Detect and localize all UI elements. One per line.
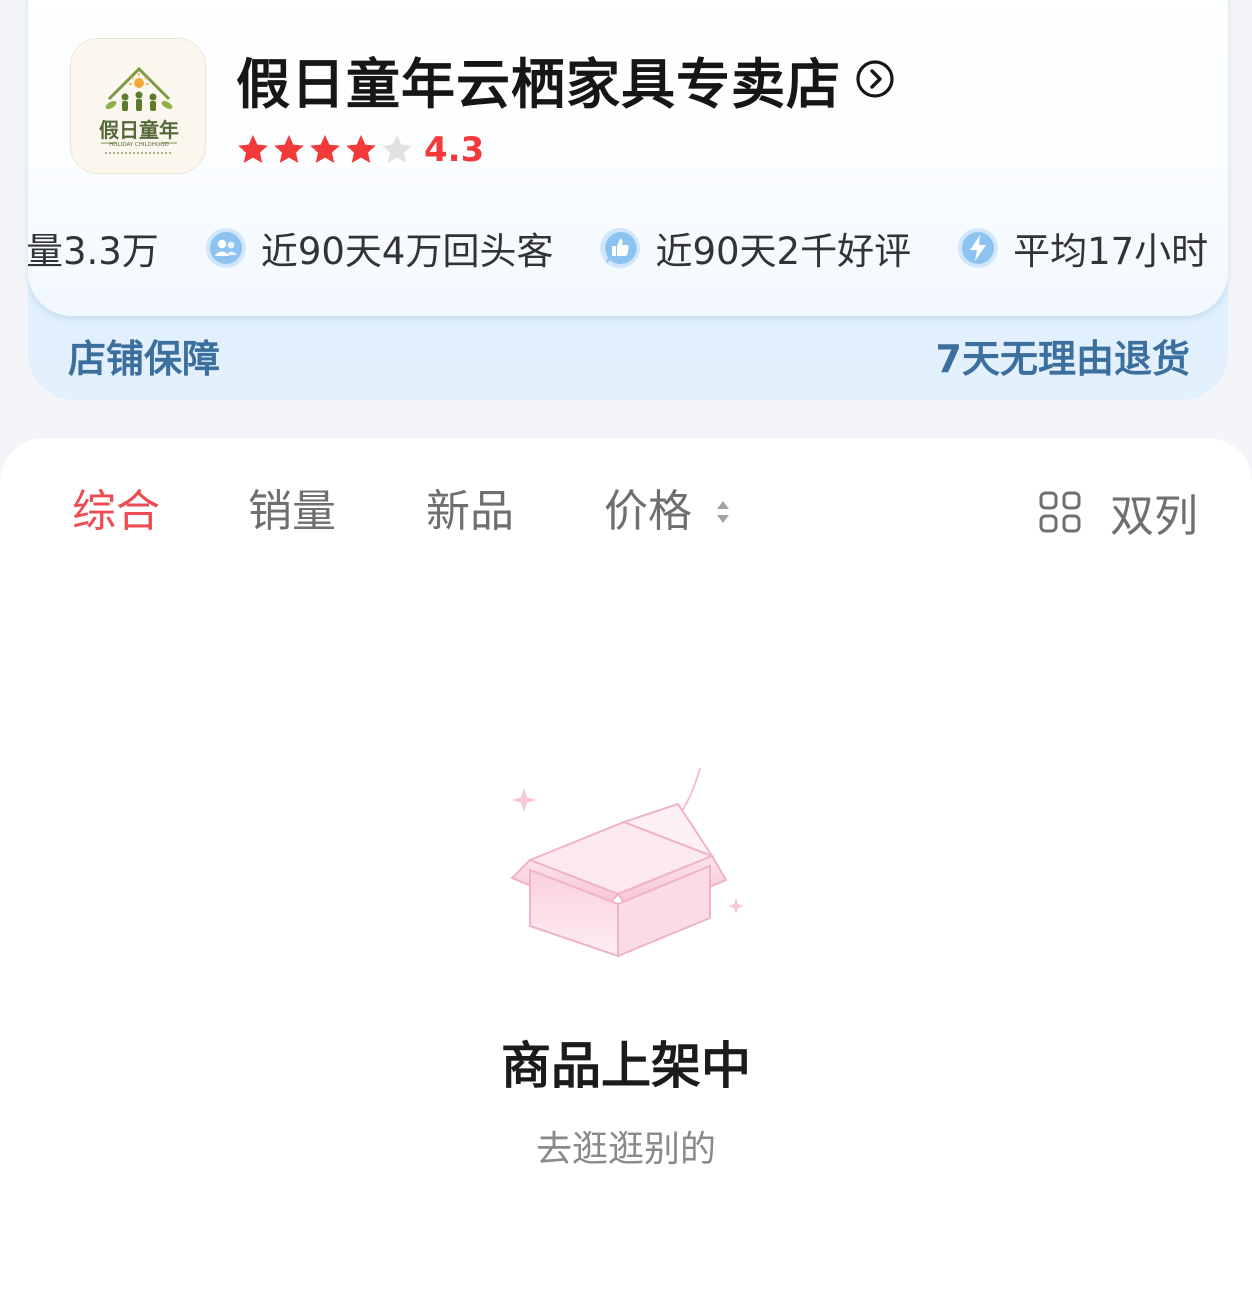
svg-text:假日童年: 假日童年 xyxy=(99,118,179,142)
grid-view-icon xyxy=(1039,491,1081,533)
view-toggle-button[interactable]: 双列 xyxy=(1038,482,1198,542)
rating-stars xyxy=(236,133,414,167)
chevron-right-circle-icon[interactable] xyxy=(855,59,895,99)
users-icon xyxy=(205,228,246,268)
tab-new[interactable]: 新品 xyxy=(426,482,514,542)
stat-shipping-time: 平均17小时 xyxy=(957,221,1208,275)
stat-reviews-text: 近90天2千好评 xyxy=(655,230,912,273)
stat-sales-text: 量3.3万 xyxy=(28,230,159,273)
star-empty-icon xyxy=(382,135,412,163)
tab-sales[interactable]: 销量 xyxy=(248,482,336,542)
open-box-icon xyxy=(510,767,744,958)
sort-tabs: 综合 销量 新品 价格 双列 xyxy=(0,482,1252,542)
store-guarantee-value[interactable]: 7天无理由退货 xyxy=(936,336,1190,382)
star-filled-icon xyxy=(238,135,268,163)
store-page: 店铺保障 7天无理由退货 假日童年 HOLIDAY CHILDHOOD 假日童年… xyxy=(0,0,1252,1292)
empty-box-illustration xyxy=(500,764,760,964)
rating-value: 4.3 xyxy=(424,130,485,170)
store-name[interactable]: 假日童年云栖家具专卖店 xyxy=(236,40,841,119)
view-toggle-label: 双列 xyxy=(1110,491,1198,542)
thumbs-up-icon xyxy=(600,228,641,268)
stat-repeat-customers: 近90天4万回头客 xyxy=(205,221,554,275)
sort-arrows-icon xyxy=(717,501,729,523)
star-filled-icon xyxy=(310,135,340,163)
store-guarantee-label: 店铺保障 xyxy=(68,337,221,381)
tab-price[interactable]: 价格 xyxy=(604,482,732,542)
star-filled-icon xyxy=(346,135,376,163)
store-rating: 4.3 xyxy=(236,130,484,170)
product-section: 综合 销量 新品 价格 双列 商品上架中 去逛逛别的 xyxy=(0,438,1252,1292)
tab-composite[interactable]: 综合 xyxy=(72,482,160,542)
stat-repeat-text: 近90天4万回头客 xyxy=(260,230,554,273)
empty-state-subtitle[interactable]: 去逛逛别的 xyxy=(0,1120,1252,1172)
holiday-childhood-logo: 假日童年 HOLIDAY CHILDHOOD xyxy=(71,39,205,173)
star-filled-icon xyxy=(274,135,304,163)
tab-price-label: 价格 xyxy=(604,486,692,537)
store-name-row[interactable]: 假日童年云栖家具专卖店 xyxy=(236,44,895,116)
store-stats-row[interactable]: 量3.3万 近90天4万回头客 近90天2千好评 平均17小时 xyxy=(28,216,1228,280)
stat-shipping-text: 平均17小时 xyxy=(1013,230,1209,273)
svg-text:HOLIDAY CHILDHOOD: HOLIDAY CHILDHOOD xyxy=(109,142,169,148)
stat-sales: 量3.3万 xyxy=(28,221,159,275)
store-logo[interactable]: 假日童年 HOLIDAY CHILDHOOD xyxy=(70,38,206,174)
lightning-icon xyxy=(958,228,999,268)
empty-state-title: 商品上架中 xyxy=(501,1037,751,1095)
stat-good-reviews: 近90天2千好评 xyxy=(599,221,911,275)
